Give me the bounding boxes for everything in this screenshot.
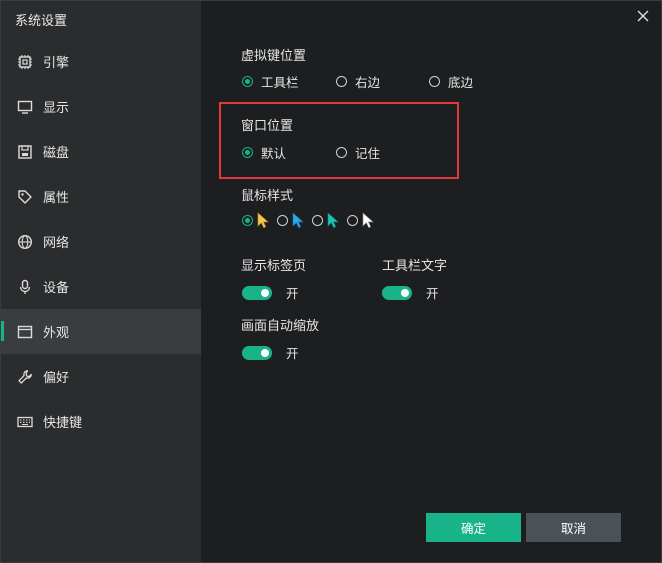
toolbar-text-state: 开 (426, 286, 439, 301)
radio-checked-icon (242, 76, 253, 87)
window-title: 系统设置 (15, 14, 68, 29)
vkey-option-right[interactable]: 右边 (336, 72, 429, 91)
keyboard-icon (17, 414, 33, 430)
sidebar-item-label: 设备 (43, 281, 70, 296)
window-position-group: 默认 记住 (242, 143, 380, 162)
sidebar-item-label: 显示 (43, 101, 70, 116)
sidebar-item-disk[interactable]: 磁盘 (1, 129, 201, 174)
sidebar-item-label: 磁盘 (43, 146, 70, 161)
cursor-option-blue[interactable] (277, 212, 304, 229)
toolbar-text-label: 工具栏文字 (382, 259, 448, 274)
sidebar-item-preferences[interactable]: 偏好 (1, 354, 201, 399)
vkey-position-label: 虚拟键位置 (241, 49, 307, 64)
sidebar-item-label: 外观 (43, 326, 70, 341)
vkey-option-toolbar[interactable]: 工具栏 (242, 72, 336, 91)
radio-icon (312, 215, 323, 226)
sidebar-item-appearance[interactable]: 外观 (1, 309, 201, 354)
auto-zoom-state: 开 (286, 346, 299, 361)
toolbar-text-row: 开 (382, 283, 439, 302)
microphone-icon (17, 279, 33, 295)
tag-icon (17, 189, 33, 205)
yellow-arrow-icon (257, 212, 269, 229)
toolbar-text-toggle[interactable] (382, 285, 412, 300)
radio-icon (347, 215, 358, 226)
show-tabs-state: 开 (286, 286, 299, 301)
window-icon (17, 324, 33, 340)
show-tabs-row: 开 (242, 283, 299, 302)
wrench-icon (17, 369, 33, 385)
highlight-box (219, 102, 459, 179)
window-option-remember[interactable]: 记住 (336, 143, 380, 162)
radio-icon (277, 215, 288, 226)
sidebar-item-display[interactable]: 显示 (1, 84, 201, 129)
blue-arrow-icon (292, 212, 304, 229)
sidebar-item-label: 引擎 (43, 56, 70, 71)
sidebar-item-engine[interactable]: 引擎 (1, 39, 201, 84)
sidebar-item-properties[interactable]: 属性 (1, 174, 201, 219)
sidebar-item-shortcuts[interactable]: 快捷键 (1, 399, 201, 444)
cursor-option-teal[interactable] (312, 212, 339, 229)
close-icon (637, 10, 649, 22)
radio-icon (336, 76, 347, 87)
radio-icon (429, 76, 440, 87)
cursor-style-label: 鼠标样式 (241, 189, 294, 204)
sidebar-item-label: 快捷键 (43, 416, 83, 431)
chip-icon (17, 54, 33, 70)
sidebar: 系统设置 引擎 显示 磁盘 属性 网络 设备 外观 偏好 快捷键 (1, 1, 201, 562)
window-option-default[interactable]: 默认 (242, 143, 336, 162)
sidebar-item-label: 网络 (43, 236, 70, 251)
radio-icon (336, 147, 347, 158)
radio-checked-icon (242, 147, 253, 158)
show-tabs-label: 显示标签页 (241, 259, 307, 274)
cancel-button[interactable]: 取消 (526, 513, 621, 542)
cursor-option-yellow[interactable] (242, 212, 269, 229)
sidebar-item-network[interactable]: 网络 (1, 219, 201, 264)
teal-arrow-icon (327, 212, 339, 229)
sidebar-item-devices[interactable]: 设备 (1, 264, 201, 309)
auto-zoom-label: 画面自动缩放 (241, 319, 320, 334)
sidebar-item-label: 属性 (43, 191, 70, 206)
ok-button[interactable]: 确定 (426, 513, 521, 542)
sidebar-nav: 引擎 显示 磁盘 属性 网络 设备 外观 偏好 快捷键 (1, 39, 201, 444)
show-tabs-toggle[interactable] (242, 285, 272, 300)
auto-zoom-toggle[interactable] (242, 345, 272, 360)
radio-checked-icon (242, 215, 253, 226)
monitor-icon (17, 99, 33, 115)
settings-window: 系统设置 引擎 显示 磁盘 属性 网络 设备 外观 偏好 快捷键 虚拟键位置 工… (0, 0, 662, 563)
cursor-option-white[interactable] (347, 212, 374, 229)
auto-zoom-row: 开 (242, 343, 299, 362)
vkey-position-group: 工具栏 右边 底边 (242, 72, 473, 91)
vkey-option-bottom[interactable]: 底边 (429, 72, 473, 91)
cursor-style-group (242, 212, 382, 229)
white-arrow-icon (362, 212, 374, 229)
close-button[interactable] (635, 8, 651, 24)
sidebar-item-label: 偏好 (43, 371, 70, 386)
disk-icon (17, 144, 33, 160)
globe-icon (17, 234, 33, 250)
window-position-label: 窗口位置 (241, 119, 294, 134)
